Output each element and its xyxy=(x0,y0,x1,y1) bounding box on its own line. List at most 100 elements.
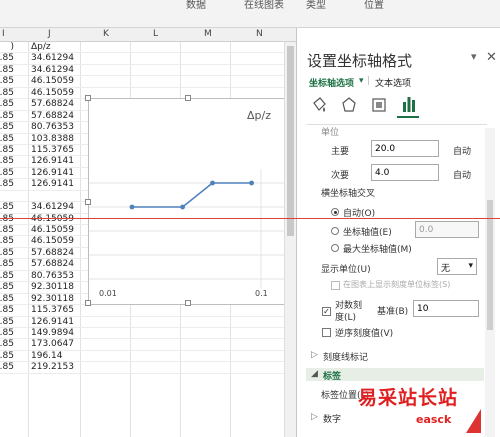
col-header-j[interactable]: J xyxy=(48,29,51,39)
chevron-right-icon[interactable]: ▷ xyxy=(311,350,318,360)
cell-j[interactable]: 103.8388 xyxy=(31,134,74,145)
cell-i[interactable]: 0.85 xyxy=(0,168,14,179)
ribbon-tab-data[interactable]: 数据 xyxy=(186,0,206,11)
cell-j[interactable]: 46.15059 xyxy=(31,88,74,99)
table-row[interactable]: 0.85 126.9141 xyxy=(0,317,296,328)
effects-icon[interactable] xyxy=(341,96,357,114)
log-scale-checkbox[interactable]: ✓ xyxy=(322,307,331,316)
table-row[interactable]: 0.85 34.61294 xyxy=(0,65,296,77)
series-point[interactable] xyxy=(180,204,185,210)
cell-i[interactable]: 0.85 xyxy=(0,317,14,328)
sheet-scrollbar[interactable] xyxy=(284,42,296,437)
minor-unit-input[interactable] xyxy=(371,164,439,181)
cell-j[interactable]: 57.68824 xyxy=(31,99,74,110)
cell-i[interactable]: 0.85 xyxy=(0,122,14,133)
cell-j[interactable]: 34.61294 xyxy=(31,65,74,76)
log-scale-label-2[interactable]: 度(L) xyxy=(335,310,356,323)
radio-max-axis-value[interactable] xyxy=(331,244,339,252)
cell-j[interactable]: 92.30118 xyxy=(31,282,74,293)
cell-j[interactable]: 126.9141 xyxy=(31,179,74,190)
cell-j[interactable]: 219.2153 xyxy=(31,362,74,373)
cell-j[interactable]: 149.9894 xyxy=(31,328,74,339)
radio-auto[interactable] xyxy=(331,208,339,216)
cell-j[interactable]: 57.68824 xyxy=(31,248,74,259)
cell-i[interactable]: 0.85 xyxy=(0,88,14,99)
cell-j[interactable]: 115.3765 xyxy=(31,305,74,316)
cell-i[interactable]: ) xyxy=(0,42,14,53)
ribbon-tab-online-chart[interactable]: 在线图表 xyxy=(244,0,284,11)
cell-j[interactable]: 46.15059 xyxy=(31,214,74,225)
cell-j[interactable]: 46.15059 xyxy=(31,225,74,236)
cell-i[interactable]: 0.85 xyxy=(0,259,14,270)
table-row[interactable]: 0.85 219.2153 xyxy=(0,362,296,374)
tab-text-options[interactable]: 文本选项 xyxy=(375,76,411,89)
cell-i[interactable]: 0.85 xyxy=(0,282,14,293)
table-row[interactable]: 0.85 34.61294 xyxy=(0,53,296,65)
cell-i[interactable]: 0.85 xyxy=(0,65,14,76)
col-header-i[interactable]: I xyxy=(2,29,5,39)
radio-max-axis-value-label[interactable]: 最大坐标轴值(M) xyxy=(343,242,412,255)
major-auto-button[interactable]: 自动 xyxy=(453,144,471,157)
pane-options-icon[interactable]: ▾ xyxy=(471,50,477,63)
cell-j[interactable]: 173.0647 xyxy=(31,339,74,350)
cell-i[interactable]: 0.85 xyxy=(0,271,14,282)
cell-j[interactable]: 115.3765 xyxy=(31,145,74,156)
table-row[interactable]: 0.85 149.9894 xyxy=(0,328,296,340)
cell-j[interactable]: 80.76353 xyxy=(31,271,74,282)
major-unit-input[interactable] xyxy=(371,140,439,157)
cell-j[interactable]: 126.9141 xyxy=(31,156,74,167)
cell-i[interactable]: 0.85 xyxy=(0,156,14,167)
chevron-right-icon[interactable]: ▷ xyxy=(311,412,318,422)
tab-axis-options[interactable]: 坐标轴选项 xyxy=(309,76,354,89)
table-row[interactable]: 0.85 46.15059 xyxy=(0,76,296,88)
labels-section[interactable]: 标签 xyxy=(323,369,341,382)
cell-j[interactable]: 126.9141 xyxy=(31,317,74,328)
cell-i[interactable]: 0.85 xyxy=(0,236,14,247)
radio-axis-value[interactable] xyxy=(331,227,339,235)
number-section[interactable]: 数字 xyxy=(323,412,341,425)
cell-j[interactable]: 57.68824 xyxy=(31,259,74,270)
cell-i[interactable]: 0.85 xyxy=(0,362,14,373)
cell-i[interactable]: 0.85 xyxy=(0,145,14,156)
cell-j[interactable]: 196.14 xyxy=(31,351,63,362)
cell-i[interactable]: 0.85 xyxy=(0,305,14,316)
series-point[interactable] xyxy=(129,204,135,210)
cell-j[interactable]: Δp/z xyxy=(31,42,51,53)
log-base-input[interactable] xyxy=(413,300,479,317)
show-unit-checkbox[interactable] xyxy=(331,281,340,290)
cell-i[interactable]: 0.85 xyxy=(0,351,14,362)
cell-j[interactable]: 46.15059 xyxy=(31,236,74,247)
cell-i[interactable]: 0.85 xyxy=(0,248,14,259)
cell-j[interactable]: 92.30118 xyxy=(31,294,74,305)
cell-j[interactable]: 34.61294 xyxy=(31,202,74,213)
cell-j[interactable]: 46.15059 xyxy=(31,76,74,87)
cell-i[interactable]: 0.85 xyxy=(0,179,14,190)
cell-i[interactable]: 0.85 xyxy=(0,134,14,145)
table-row[interactable]: 0.85 115.3765 xyxy=(0,305,296,317)
size-properties-icon[interactable] xyxy=(371,96,387,114)
cell-i[interactable]: 0.85 xyxy=(0,225,14,236)
cell-i[interactable]: 0.85 xyxy=(0,339,14,350)
close-icon[interactable]: ✕ xyxy=(486,50,497,65)
minor-auto-button[interactable]: 自动 xyxy=(453,168,471,181)
col-header-k[interactable]: K xyxy=(103,29,109,39)
chart-area[interactable]: Δp/z 0.01 0.1 xyxy=(85,95,290,306)
cell-i[interactable]: 0.85 xyxy=(0,99,14,110)
cell-i[interactable]: 0.85 xyxy=(0,328,14,339)
cell-j[interactable]: 126.9141 xyxy=(31,168,74,179)
cell-i[interactable]: 0.85 xyxy=(0,202,14,213)
scrollbar-thumb[interactable] xyxy=(287,46,294,236)
cell-j[interactable]: 80.76353 xyxy=(31,122,74,133)
series-line[interactable] xyxy=(132,182,252,208)
series-point[interactable] xyxy=(249,180,255,186)
table-row[interactable]: 0.85 196.14 xyxy=(0,351,296,363)
series-point[interactable] xyxy=(210,180,215,186)
radio-axis-value-label[interactable]: 坐标轴值(E) xyxy=(343,225,392,238)
col-header-m[interactable]: M xyxy=(204,29,212,39)
reverse-order-checkbox[interactable] xyxy=(322,328,331,337)
pane-scrollbar-thumb[interactable] xyxy=(487,200,493,330)
ribbon-tab-position[interactable]: 位置 xyxy=(364,0,384,11)
fill-line-icon[interactable] xyxy=(311,96,327,114)
col-header-n[interactable]: N xyxy=(256,29,263,39)
cell-i[interactable]: 0.85 xyxy=(0,214,14,225)
